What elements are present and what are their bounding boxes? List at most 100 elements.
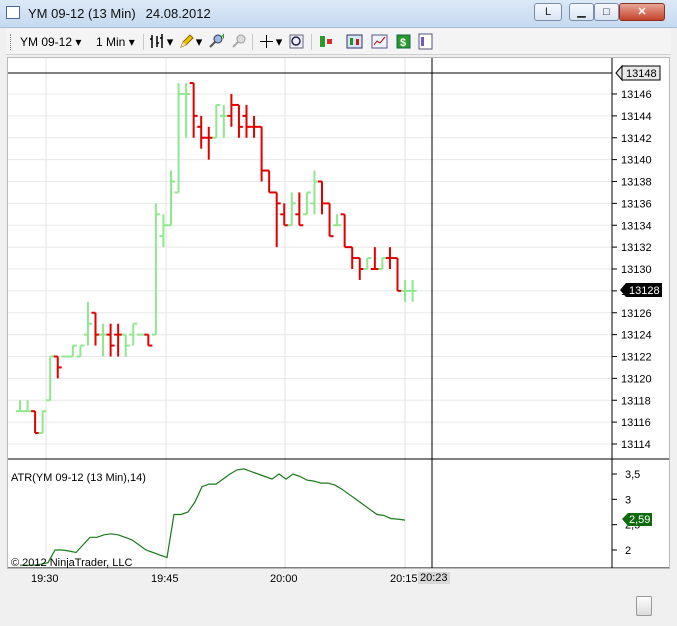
chevron-down-icon[interactable]: ▾ [275, 33, 283, 50]
price-bar [53, 355, 62, 379]
toolbar-separator [252, 34, 253, 50]
atr-current-value: 2,59 [629, 514, 650, 526]
zoom-in-icon[interactable]: + [207, 31, 226, 50]
last-price-marker: 13128 [620, 283, 662, 297]
bar-style-icon[interactable] [149, 33, 166, 50]
crosshair-price-value: 13148 [626, 68, 657, 80]
toolbar-separator [143, 34, 144, 50]
price-tick-label: 13140 [621, 155, 652, 167]
chevron-down-icon: ▾ [128, 35, 135, 49]
price-bar [385, 247, 394, 269]
price-bar [219, 104, 228, 138]
horizontal-scrollbar-thumb[interactable] [636, 596, 652, 616]
price-tick-label: 13146 [621, 89, 652, 101]
price-bar [212, 103, 221, 139]
price-bar [408, 279, 417, 302]
price-bar [250, 115, 259, 138]
price-bar [16, 400, 24, 413]
price-bar [144, 333, 153, 347]
instrument-label: YM 09-12 [20, 35, 73, 49]
indicator-label: ATR(YM 09-12 (13 Min),14) [11, 472, 146, 484]
chart-app-icon [6, 6, 20, 19]
indicators-icon[interactable] [346, 33, 363, 50]
price-bar [106, 323, 115, 357]
price-tick-label: 13118 [621, 395, 651, 407]
grid-lines [8, 58, 612, 568]
price-tick-label: 13136 [621, 198, 652, 210]
price-bar [182, 83, 191, 138]
toolbar-separator [311, 34, 312, 50]
properties-icon[interactable] [417, 33, 434, 50]
price-bars [16, 82, 417, 435]
price-bar [280, 203, 289, 227]
copyright-text: © 2012 NinjaTrader, LLC [11, 557, 132, 568]
interval-label: 1 Min [96, 35, 126, 49]
price-bar [234, 103, 243, 138]
price-tick-label: 13134 [621, 220, 652, 232]
price-bar [23, 400, 32, 413]
strategies-icon[interactable] [318, 33, 335, 50]
money-icon[interactable]: $ [395, 33, 412, 50]
interval-selector[interactable]: 1 Min ▾ [96, 35, 135, 49]
price-tick-label: 13130 [621, 264, 652, 276]
price-bar [272, 191, 281, 248]
price-bar [287, 192, 296, 227]
price-bar [114, 323, 123, 357]
time-label-2015: 20:15 [390, 573, 418, 585]
window-title: YM 09-12 (13 Min) 24.08.2012 [28, 6, 211, 21]
price-tick-label: 13138 [621, 177, 652, 189]
time-label-1945: 19:45 [151, 573, 179, 585]
last-price-value: 13128 [629, 285, 660, 297]
magnify-icon[interactable] [288, 33, 305, 50]
instrument-selector[interactable]: YM 09-12 ▾ [20, 35, 81, 49]
price-bar [99, 323, 108, 357]
crosshair-time-value: 20:23 [418, 572, 450, 584]
price-bar [325, 202, 334, 238]
price-tick-label: 13116 [621, 417, 651, 429]
price-bar [121, 333, 130, 357]
user-button[interactable]: L [534, 3, 562, 21]
price-bar [295, 192, 304, 227]
price-tick-label: 13142 [621, 133, 652, 145]
chevron-down-icon[interactable]: ▾ [166, 33, 174, 50]
time-label-1930: 19:30 [31, 573, 59, 585]
time-label-2000: 20:00 [270, 573, 298, 585]
price-bar [68, 344, 77, 358]
pencil-draw-icon[interactable] [178, 33, 195, 50]
maximize-button[interactable]: □ [594, 3, 619, 21]
chart-canvas[interactable]: 13146 13144 13142 13140 13138 13136 13134 13132… [8, 58, 669, 568]
window-title-date: 24.08.2012 [145, 6, 211, 21]
price-bar [257, 125, 266, 182]
zoom-out-icon[interactable] [230, 33, 247, 50]
atr-tick-label: 3 [625, 494, 631, 506]
price-bar [204, 126, 213, 160]
price-bar [370, 247, 379, 270]
close-button[interactable]: ✕ [619, 3, 665, 21]
price-tick-label: 13122 [621, 352, 652, 364]
price-bar [401, 279, 410, 302]
chevron-down-icon: ▾ [75, 35, 82, 49]
chart-panel[interactable]: 13146 13144 13142 13140 13138 13136 13134 13132… [7, 57, 670, 569]
price-bar [393, 257, 402, 292]
crosshair-icon[interactable] [258, 33, 275, 50]
atr-tick-label: 2 [625, 545, 631, 557]
price-bar [227, 94, 236, 127]
price-bar [310, 170, 319, 215]
price-bar [197, 115, 206, 149]
price-tick-label: 13114 [621, 439, 651, 451]
chart-icon[interactable] [371, 33, 388, 50]
price-tick-label: 13132 [621, 242, 652, 254]
chevron-down-icon[interactable]: ▾ [195, 33, 203, 50]
price-bar [340, 213, 349, 249]
minimize-button[interactable]: ▁ [569, 3, 594, 21]
atr-value-marker: 2,59 [622, 513, 652, 526]
toolbar-grip[interactable] [10, 34, 13, 50]
price-bar [76, 344, 85, 358]
price-bar [363, 257, 372, 270]
price-bar [318, 180, 326, 215]
svg-text:$: $ [400, 37, 406, 49]
price-bar [242, 104, 251, 138]
chart-toolbar: YM 09-12 ▾ 1 Min ▾ ▾ ▾ + ▾ $ [6, 29, 671, 55]
price-bar [333, 214, 342, 227]
price-bar [83, 301, 92, 346]
